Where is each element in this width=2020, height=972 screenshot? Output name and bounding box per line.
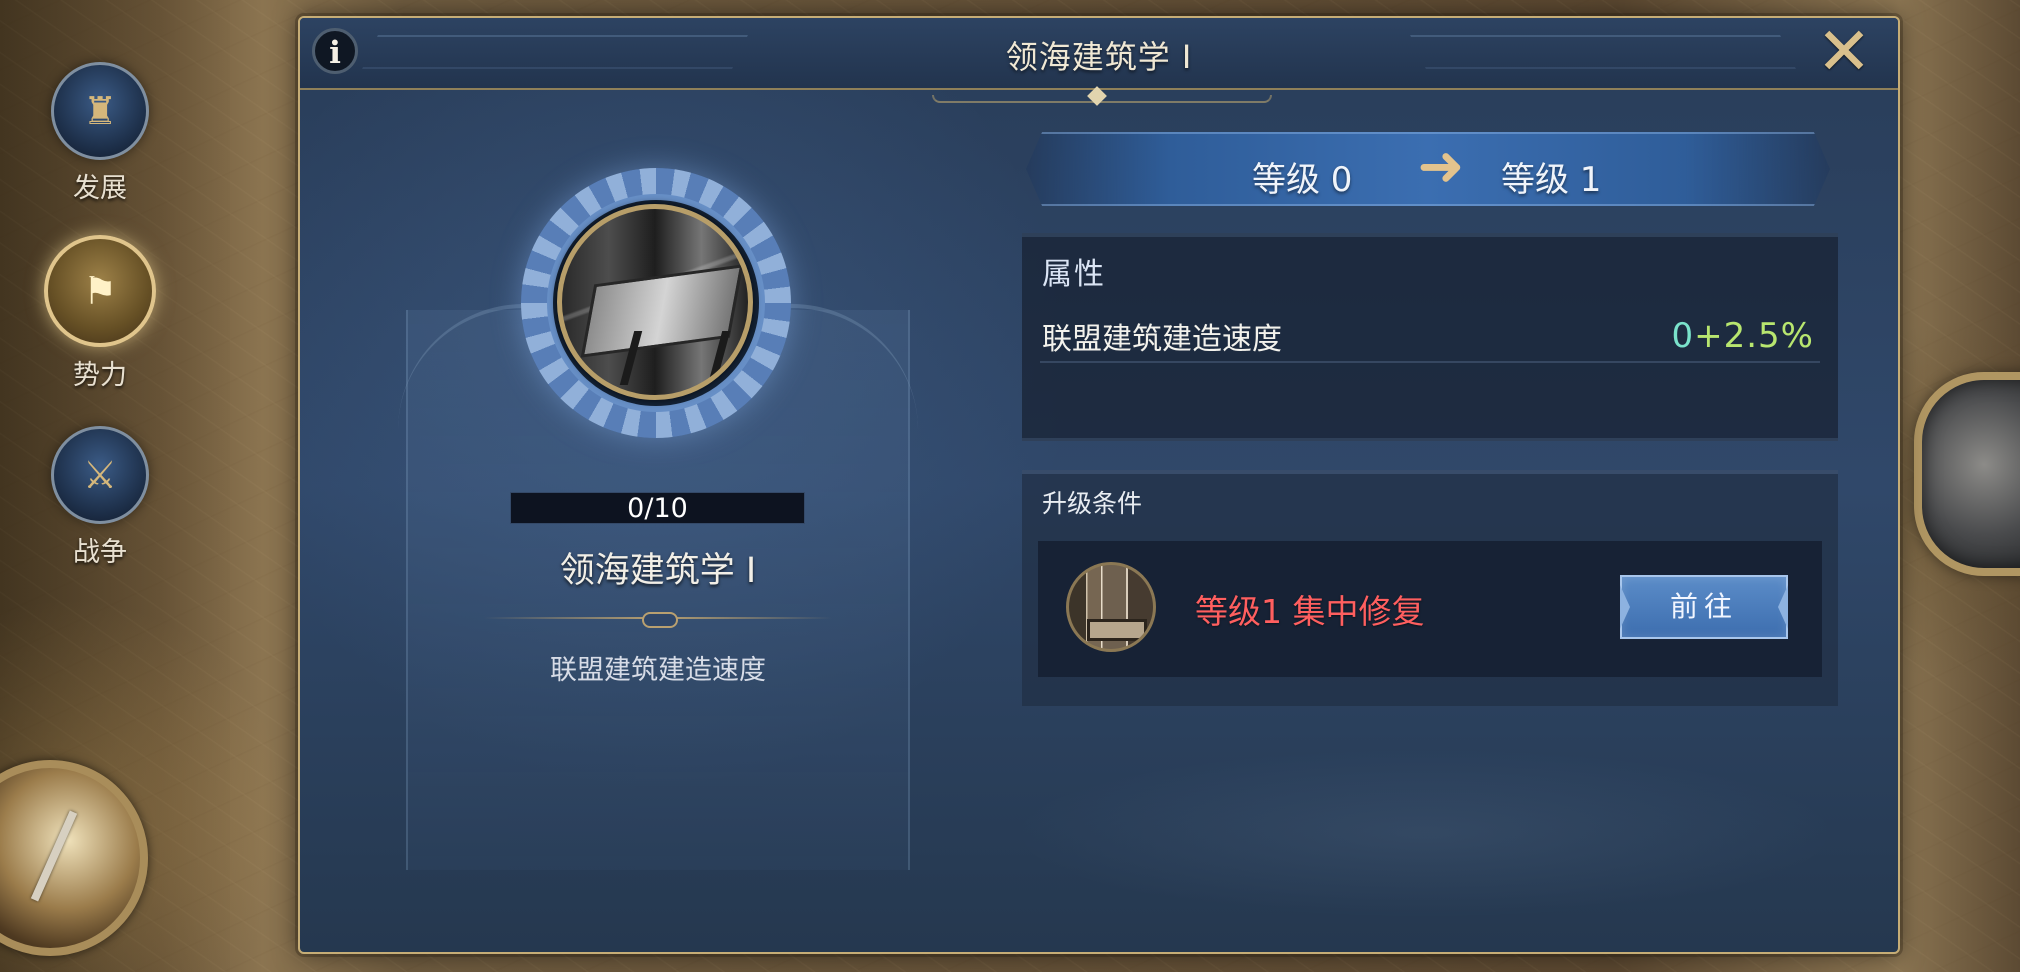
- current-level: 等级 0: [1252, 160, 1353, 200]
- arrow-right-icon: ➜: [1417, 134, 1465, 199]
- sidebar-item-development[interactable]: ♜ 发展: [42, 62, 158, 205]
- sidebar-item-power[interactable]: ⚑ 势力: [42, 235, 158, 392]
- page-title: 领海建筑学 Ⅰ: [1005, 38, 1193, 76]
- tech-detail-dialog: i 领海建筑学 Ⅰ ✕ 0/10 领海建筑学 Ⅰ 联盟建筑建造速度 等级 0 ➜…: [298, 16, 1900, 954]
- attributes-title: 属性: [1042, 257, 1106, 292]
- left-navigation: ♜ 发展 ⚑ 势力 ⚔ 战争: [0, 0, 230, 972]
- sidebar-item-label: 战争: [73, 537, 127, 568]
- drafting-table-icon: [557, 204, 753, 400]
- goto-button[interactable]: 前往: [1620, 575, 1788, 639]
- attribute-name: 联盟建筑建造速度: [1042, 322, 1282, 357]
- ornament-divider: [484, 610, 832, 628]
- tech-progress-bar: 0/10: [510, 492, 805, 524]
- attribute-base-value: 0: [1671, 316, 1695, 356]
- sidebar-item-label: 势力: [73, 360, 127, 391]
- castle-icon: ♜: [51, 62, 149, 160]
- tech-name: 领海建筑学 Ⅰ: [559, 551, 757, 591]
- title-ornament: [907, 89, 1293, 113]
- upgrade-requirements-panel: 升级条件 等级1 集中修复 前往: [1022, 470, 1838, 706]
- close-button[interactable]: ✕: [1816, 19, 1872, 85]
- requirement-row: 等级1 集中修复 前往: [1038, 541, 1822, 677]
- crossed-swords-icon: ⚔: [51, 426, 149, 524]
- background-glow: [1010, 748, 1840, 918]
- level-transition-banner: 等级 0 ➜ 等级 1: [1026, 132, 1830, 206]
- building-icon: [1066, 562, 1156, 652]
- game-screen: ♜ 发展 ⚑ 势力 ⚔ 战争 i 领海建筑学 Ⅰ ✕ 0/10 领海建筑学 Ⅰ …: [0, 0, 2020, 972]
- attribute-divider: [1040, 361, 1820, 363]
- flag-icon: ⚑: [44, 235, 156, 347]
- progress-text: 0/10: [627, 493, 688, 524]
- attributes-panel: 属性 联盟建筑建造速度 0+2.5%: [1022, 233, 1838, 441]
- requirements-title: 升级条件: [1042, 489, 1143, 518]
- city-view-button[interactable]: [1914, 372, 2020, 576]
- dialog-header: i 领海建筑学 Ⅰ ✕: [300, 18, 1898, 90]
- tech-description: 联盟建筑建造速度: [550, 655, 766, 686]
- sidebar-item-war[interactable]: ⚔ 战争: [42, 426, 158, 569]
- requirement-text: 等级1 集中修复: [1195, 592, 1425, 631]
- compass-icon: [0, 760, 148, 956]
- attribute-value: 0+2.5%: [1671, 316, 1814, 356]
- attribute-increment: +2.5%: [1694, 316, 1814, 356]
- sidebar-item-label: 发展: [73, 173, 127, 204]
- next-level: 等级 1: [1501, 160, 1602, 200]
